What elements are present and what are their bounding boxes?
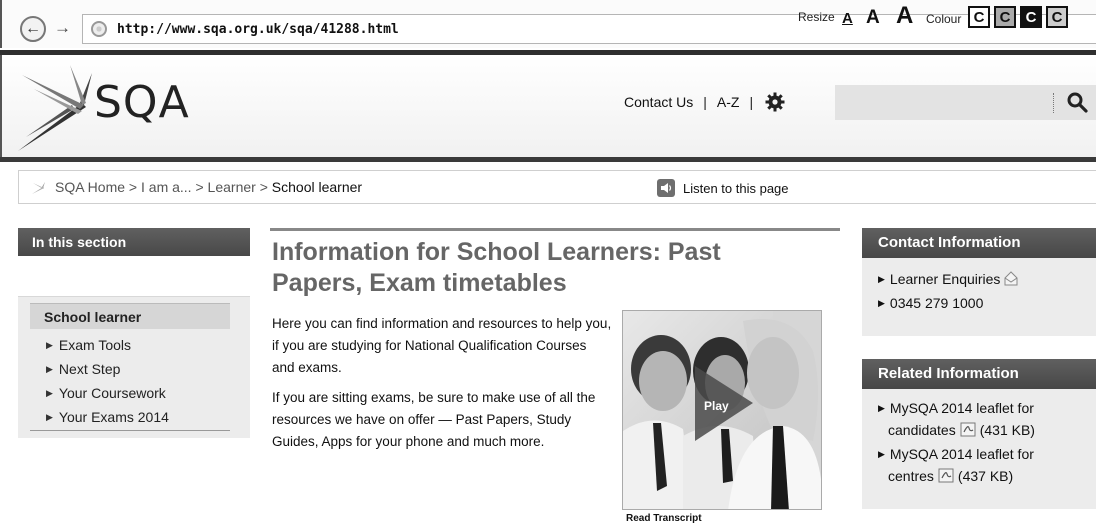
- sidebar-item-school-learner[interactable]: School learner: [30, 303, 230, 329]
- resize-label: Resize: [798, 10, 835, 24]
- read-transcript-link[interactable]: Read Transcript: [626, 513, 702, 524]
- arrow-left-icon: ←: [25, 20, 41, 37]
- url-text: http://www.sqa.org.uk/sqa/41288.html: [117, 22, 399, 37]
- leaflet-size: (431 KB): [979, 422, 1035, 438]
- triangle-right-icon: ▶: [46, 339, 53, 350]
- logo-text: SQA: [94, 77, 190, 128]
- candidates-leaflet-link[interactable]: ▶ MySQA 2014 leaflet for candidates (431 K…: [878, 397, 1035, 441]
- sidebar-item-label: Your Coursework: [58, 385, 166, 401]
- centres-leaflet-link[interactable]: ▶ MySQA 2014 leaflet for centres (437 KB): [878, 443, 1034, 487]
- contact-information-heading: Contact Information: [862, 228, 1096, 258]
- sidebar-item-label: Next Step: [58, 361, 121, 377]
- home-saltire-icon: [32, 182, 45, 194]
- pdf-icon: [960, 422, 976, 437]
- related-information-heading: Related Information: [862, 359, 1096, 389]
- leaflet-audience: candidates: [888, 422, 956, 438]
- listen-label: Listen to this page: [683, 180, 789, 196]
- leaflet-title: MySQA 2014 leaflet for: [889, 446, 1034, 462]
- triangle-right-icon: ▶: [46, 387, 53, 398]
- link-separator: |: [703, 94, 707, 110]
- globe-icon: [91, 21, 107, 37]
- learner-enquiries-label: Learner Enquiries: [889, 271, 1001, 287]
- contact-form-icon: [1004, 271, 1018, 286]
- contact-information-panel: ▶ Learner Enquiries ▶ 0345 279 1000: [862, 258, 1096, 336]
- sidebar-item-label: Your Exams 2014: [58, 409, 169, 425]
- play-button-label[interactable]: Play: [704, 399, 729, 413]
- breadcrumb-current: School learner: [271, 179, 363, 195]
- triangle-right-icon: ▶: [878, 403, 885, 413]
- phone-number-label: 0345 279 1000: [889, 295, 984, 311]
- triangle-right-icon: ▶: [46, 363, 53, 374]
- colour-option-grey[interactable]: C: [994, 6, 1016, 28]
- learner-enquiries-link[interactable]: ▶ Learner Enquiries: [878, 268, 1018, 290]
- leaflet-title: MySQA 2014 leaflet for: [889, 400, 1034, 416]
- related-information-panel: ▶ MySQA 2014 leaflet for candidates (431 K…: [862, 389, 1096, 509]
- section-nav: School learner ▶ Exam Tools ▶ Next Step ▶ Y…: [18, 296, 250, 438]
- back-button[interactable]: ←: [20, 16, 46, 42]
- triangle-right-icon: ▶: [878, 298, 885, 308]
- search-input[interactable]: [835, 85, 1096, 120]
- colour-label: Colour: [926, 12, 962, 26]
- leaflet-audience: centres: [888, 468, 934, 484]
- breadcrumb-home[interactable]: SQA Home: [55, 179, 125, 195]
- contact-us-link[interactable]: Contact Us: [624, 94, 693, 110]
- phone-number: ▶ 0345 279 1000: [878, 292, 983, 314]
- colour-option-black[interactable]: C: [1020, 6, 1042, 28]
- breadcrumb-separator: >: [125, 179, 141, 195]
- forward-button[interactable]: →: [54, 19, 71, 36]
- breadcrumb-separator: >: [255, 179, 272, 195]
- resources-paragraph: If you are sitting exams, be sure to mak…: [272, 390, 596, 449]
- triangle-right-icon: ▶: [878, 274, 885, 284]
- breadcrumb-learner[interactable]: Learner: [208, 179, 256, 195]
- text-size-medium[interactable]: A: [866, 8, 880, 27]
- section-nav-list: ▶ Exam Tools ▶ Next Step ▶ Your Coursework …: [46, 333, 169, 429]
- triangle-right-icon: ▶: [878, 449, 885, 459]
- arrow-right-icon: →: [54, 18, 71, 37]
- colour-options: C C C C: [968, 6, 1072, 28]
- colour-option-light[interactable]: C: [1046, 6, 1068, 28]
- leaflet-size: (437 KB): [957, 468, 1014, 484]
- colour-option-white[interactable]: C: [968, 6, 990, 28]
- gear-icon[interactable]: [765, 92, 785, 112]
- breadcrumb-bar: SQA Home > I am a... > Learner > School …: [18, 170, 1096, 204]
- intro-paragraph: Here you can find information and resour…: [272, 316, 612, 375]
- listen-button[interactable]: Listen to this page: [657, 179, 789, 197]
- link-separator: |: [749, 94, 754, 110]
- search-divider: [1053, 93, 1054, 113]
- sidebar-item-your-coursework[interactable]: ▶ Your Coursework: [46, 381, 169, 405]
- sidebar-item-your-exams-2014[interactable]: ▶ Your Exams 2014: [46, 405, 169, 429]
- page-title: Information for School Learners: Past Pa…: [272, 238, 721, 297]
- pdf-icon: [938, 468, 954, 483]
- sidebar-item-next-step[interactable]: ▶ Next Step: [46, 357, 169, 381]
- in-this-section-heading: In this section: [18, 228, 250, 256]
- triangle-right-icon: ▶: [46, 411, 53, 422]
- site-header: SQA Contact Us | A-Z |: [0, 55, 1096, 157]
- sqa-logo[interactable]: SQA: [12, 59, 212, 155]
- breadcrumb: SQA Home > I am a... > Learner > School …: [55, 179, 362, 195]
- search-icon[interactable]: [1066, 91, 1088, 113]
- sidebar-item-label: Exam Tools: [58, 337, 132, 353]
- utility-links: Contact Us | A-Z |: [624, 92, 785, 112]
- content-top-rule: [270, 228, 840, 231]
- header-bottom-rule: [0, 157, 1096, 162]
- section-nav-divider: [30, 430, 230, 431]
- breadcrumb-i-am-a[interactable]: I am a...: [141, 179, 192, 195]
- text-size-large[interactable]: A: [896, 4, 913, 28]
- breadcrumb-separator: >: [191, 179, 208, 195]
- text-size-small[interactable]: A: [842, 11, 853, 26]
- a-z-link[interactable]: A-Z: [717, 94, 740, 110]
- sidebar-item-exam-tools[interactable]: ▶ Exam Tools: [46, 333, 169, 357]
- speaker-icon: [657, 179, 675, 197]
